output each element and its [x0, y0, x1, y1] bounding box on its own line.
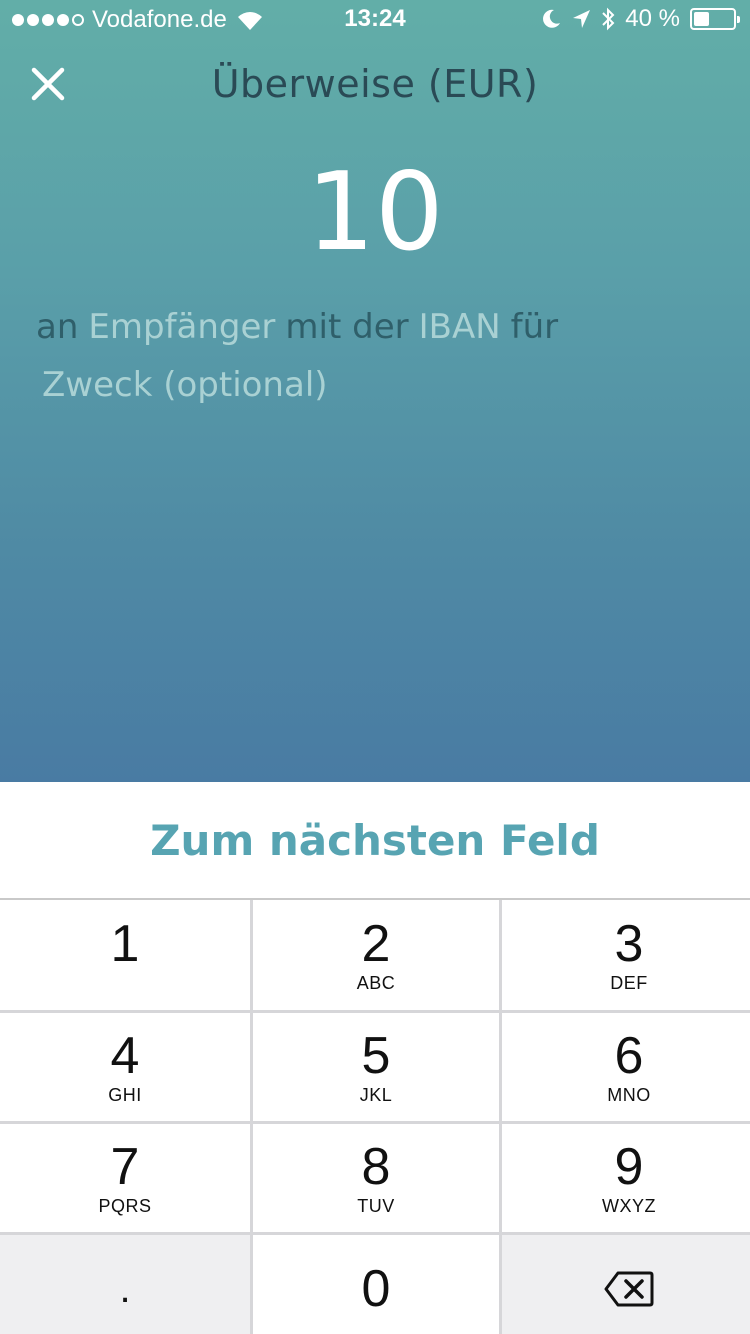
battery-percent: 40 % [625, 5, 680, 32]
key-digit: 2 [361, 915, 391, 973]
iban-field[interactable]: IBAN [419, 307, 501, 347]
decimal-point: . [119, 1267, 131, 1311]
transfer-form-area: Vodafone.de 13:24 40 % Überweise (EUR) 1… [0, 0, 750, 782]
key-8[interactable]: 8 TUV [253, 1124, 499, 1232]
backspace-icon [604, 1271, 654, 1307]
key-3[interactable]: 3 DEF [502, 900, 750, 1010]
page-title: Überweise (EUR) [211, 62, 539, 106]
key-digit: 5 [361, 1027, 391, 1085]
amount-input[interactable]: 10 [0, 150, 750, 275]
word-mit-der: mit der [285, 307, 409, 347]
key-9[interactable]: 9 WXYZ [502, 1124, 750, 1232]
key-decimal[interactable]: . [0, 1235, 250, 1334]
key-letters: MNO [607, 1085, 651, 1105]
key-6[interactable]: 6 MNO [502, 1013, 750, 1121]
numeric-keypad: 1 2 ABC 3 DEF 4 GHI 5 JKL 6 MNO 7 PQRS 8 TUV 9W… [0, 900, 750, 1334]
key-letters: GHI [108, 1085, 142, 1105]
recipient-field[interactable]: Empfänger [88, 307, 275, 347]
key-1[interactable]: 1 [0, 900, 250, 1010]
word-an: an [36, 307, 79, 347]
key-digit: 8 [361, 1138, 391, 1196]
next-field-button[interactable]: Zum nächsten Feld [0, 782, 750, 900]
key-7[interactable]: 7 PQRS [0, 1124, 250, 1232]
key-digit: 9 [614, 1138, 644, 1196]
status-right: 40 % [541, 5, 740, 33]
key-letters: PQRS [98, 1196, 152, 1216]
transfer-sentence: an Empfänger mit der IBAN für Zweck (optiona… [36, 298, 726, 414]
key-0[interactable]: 0 [253, 1235, 499, 1334]
key-digit: 4 [110, 1027, 140, 1085]
battery-icon [690, 8, 740, 30]
key-digit: 6 [614, 1027, 644, 1085]
sentence-row: Zweck (optional) [36, 356, 726, 414]
key-letters: DEF [610, 973, 648, 993]
transfer-screen: Vodafone.de 13:24 40 % Überweise (EUR) 1… [0, 0, 750, 1334]
key-digit: 0 [361, 1260, 391, 1318]
battery-fill [694, 12, 709, 26]
key-letters: ABC [356, 973, 396, 993]
key-delete[interactable] [502, 1235, 750, 1334]
key-2[interactable]: 2 ABC [253, 900, 499, 1010]
location-arrow-icon [573, 10, 591, 28]
purpose-field[interactable]: Zweck (optional) [42, 365, 328, 405]
key-5[interactable]: 5 JKL [253, 1013, 499, 1121]
bluetooth-icon [602, 7, 615, 31]
key-digit: 3 [614, 915, 644, 973]
sentence-row: an Empfänger mit der IBAN für [36, 298, 726, 356]
key-letters: JKL [359, 1085, 393, 1105]
key-letters: WXYZ [602, 1196, 656, 1216]
status-bar: Vodafone.de 13:24 40 % [0, 0, 750, 40]
key-digit: 7 [110, 1138, 140, 1196]
key-digit: 1 [110, 915, 140, 973]
moon-icon [543, 9, 561, 28]
key-4[interactable]: 4 GHI [0, 1013, 250, 1121]
word-fuer: für [510, 307, 559, 347]
key-letters: TUV [357, 1196, 395, 1216]
